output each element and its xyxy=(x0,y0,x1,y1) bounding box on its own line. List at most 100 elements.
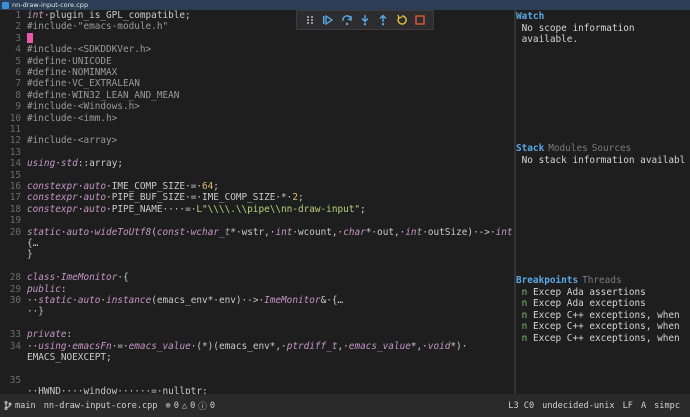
code-line[interactable]: 10 #include·<imm.h> xyxy=(0,113,118,124)
step-into-button[interactable] xyxy=(358,13,372,27)
code-line[interactable]: 2 #include·"emacs-module.h" xyxy=(0,21,168,32)
line-number: 5 xyxy=(15,55,21,67)
code-line[interactable]: 4 #include·<SDKDDKVer.h> xyxy=(0,44,151,55)
stop-button[interactable] xyxy=(413,13,427,27)
code-line[interactable]: 6 #define·NOMINMAX xyxy=(0,67,117,78)
line-text: #include·<Windows.h> xyxy=(27,101,140,113)
line-number: 20 xyxy=(9,226,21,238)
input-method[interactable]: A xyxy=(637,401,650,411)
line-number: 18 xyxy=(9,203,21,215)
code-line[interactable]: 14 using·std::array; xyxy=(0,158,123,169)
code-line[interactable] xyxy=(0,363,27,374)
breakpoint-item[interactable]: n Excep Ada assertions xyxy=(516,287,690,298)
line-number: 8 xyxy=(15,89,21,101)
code-line[interactable]: 12 #include·<array> xyxy=(0,135,118,147)
code-line[interactable]: EMACS_NOEXCEPT; xyxy=(0,352,112,363)
code-line[interactable]: 13 xyxy=(0,147,27,158)
code-line[interactable] xyxy=(0,261,27,272)
eol-type[interactable]: LF xyxy=(619,401,637,411)
code-line[interactable]: 11 xyxy=(0,124,27,135)
breakpoint-item[interactable]: n Excep C++ exceptions, when $ xyxy=(516,310,690,321)
line-text: public: xyxy=(27,283,67,295)
code-line[interactable]: ··} xyxy=(0,306,44,317)
breakpoint-flag: n xyxy=(516,287,528,298)
code-editor[interactable]: 1 int·plugin_is_GPL_compatible; 2 #include·… xyxy=(0,10,514,394)
tab-breakpoints[interactable]: Breakpoints xyxy=(516,275,578,286)
line-text: class·ImeMonitor·{ xyxy=(27,272,129,284)
line-number: 1 xyxy=(15,10,21,21)
line-number: 29 xyxy=(9,283,21,295)
breakpoint-item[interactable]: n Excep C++ exceptions, when $ xyxy=(516,333,690,344)
breakpoint-text: Excep Ada exceptions xyxy=(527,298,646,310)
tab-threads[interactable]: Threads xyxy=(582,275,622,286)
code-line[interactable]: 29 public: xyxy=(0,284,67,295)
code-line[interactable]: 30 ··static·auto·instance(emacs_env*·env)… xyxy=(0,295,343,306)
code-line[interactable]: 8 #define·WIN32_LEAN_AND_MEAN xyxy=(0,90,179,101)
cursor-position[interactable]: L3 C0 xyxy=(504,401,538,411)
line-number: 4 xyxy=(15,44,21,56)
line-number: 34 xyxy=(9,340,21,352)
diagnostics[interactable]: ⊗ 0 △ 0 ⓘ 0 xyxy=(162,400,220,412)
code-line[interactable]: 5 #define·UNICODE xyxy=(0,55,112,67)
code-line[interactable]: 1 int·plugin_is_GPL_compatible; xyxy=(0,10,190,21)
code-line[interactable]: 20 static·auto·wideToUtf8(const·wchar_t*·… xyxy=(0,227,514,238)
error-count: 0 xyxy=(173,400,179,411)
drag-handle-icon[interactable] xyxy=(303,13,317,27)
encoding[interactable]: undecided-unix xyxy=(538,401,618,411)
line-number: 28 xyxy=(9,272,21,284)
tab-sources[interactable]: Sources xyxy=(592,143,632,154)
breakpoint-flag: n xyxy=(516,298,528,310)
line-number: 12 xyxy=(9,135,21,147)
line-number: 9 xyxy=(15,101,21,113)
line-number: 11 xyxy=(9,124,21,135)
tab-stack[interactable]: Stack xyxy=(516,143,544,154)
breakpoint-text: Excep C++ exceptions, when $ xyxy=(527,309,690,321)
code-line[interactable]: ··HWND····window······=·nullptr; xyxy=(0,386,208,394)
line-text: #include·<array> xyxy=(27,135,118,147)
step-over-button[interactable] xyxy=(340,13,354,27)
line-text: #define·UNICODE xyxy=(27,55,112,67)
code-line[interactable]: 17 constexpr·auto·PIPE_BUF_SIZE·=·IME_COM… xyxy=(0,192,304,203)
line-number: 14 xyxy=(9,158,21,170)
breakpoint-item[interactable]: n Excep Ada exceptions xyxy=(516,298,690,309)
code-line[interactable]: 9 #include·<Windows.h> xyxy=(0,101,140,112)
warning-icon: △ xyxy=(181,400,188,411)
breakpoint-text: Excep C++ exceptions, when $ xyxy=(527,332,690,344)
code-line[interactable] xyxy=(0,318,27,329)
line-number: 7 xyxy=(15,78,21,90)
line-text: ··HWND····window······=·nullptr; xyxy=(27,386,208,394)
line-text: constexpr·auto·PIPE_BUF_SIZE·=·IME_COMP_… xyxy=(27,192,304,204)
branch-indicator[interactable]: main xyxy=(0,401,40,411)
code-line[interactable]: } xyxy=(0,249,33,260)
line-text: #include·<SDKDDKVer.h> xyxy=(27,44,152,56)
tab-watch[interactable]: Watch xyxy=(516,11,544,22)
watch-body: No scope information available. xyxy=(521,23,635,46)
line-number: 30 xyxy=(9,295,21,306)
stack-header: Stack Modules Sources xyxy=(516,143,631,154)
step-out-button[interactable] xyxy=(376,13,390,27)
code-line[interactable]: 35 xyxy=(0,375,27,386)
breakpoint-item[interactable]: n Excep C++ exceptions, when $ xyxy=(516,321,690,332)
code-line[interactable]: {… xyxy=(0,238,38,249)
buffer-name[interactable]: nn-draw-input-core.cpp xyxy=(40,401,162,411)
line-text: constexpr·auto·IME_COMP_SIZE·=·64; xyxy=(27,181,219,192)
code-line[interactable]: 28 class·ImeMonitor·{ xyxy=(0,272,129,283)
code-line[interactable]: 19 xyxy=(0,215,27,226)
code-line[interactable]: 18 constexpr·auto·PIPE_NAME····=·L"\\\\.\… xyxy=(0,204,366,215)
code-line[interactable]: 16 constexpr·auto·IME_COMP_SIZE·=·64; xyxy=(0,181,219,192)
code-line[interactable]: 3 xyxy=(0,33,33,44)
restart-button[interactable] xyxy=(395,13,409,27)
code-line[interactable]: 7 #define·VC_EXTRALEAN xyxy=(0,78,140,89)
status-bar: main nn-draw-input-core.cpp ⊗ 0 △ 0 ⓘ 0 L3 … xyxy=(0,394,690,417)
code-line[interactable]: 34 ··using·emacsFn·=·emacs_value·(*)(emac… xyxy=(0,340,468,352)
line-number xyxy=(0,261,27,272)
code-line[interactable]: 15 xyxy=(0,170,27,181)
line-number: 2 xyxy=(15,21,21,33)
major-mode[interactable]: simpc xyxy=(650,401,690,411)
breakpoint-text: Excep C++ exceptions, when $ xyxy=(527,321,690,333)
info-icon: ⓘ xyxy=(198,401,207,412)
line-text: ··} xyxy=(27,306,44,318)
continue-button[interactable] xyxy=(321,13,335,27)
code-line[interactable]: 33 private: xyxy=(0,329,72,340)
tab-modules[interactable]: Modules xyxy=(548,143,588,154)
